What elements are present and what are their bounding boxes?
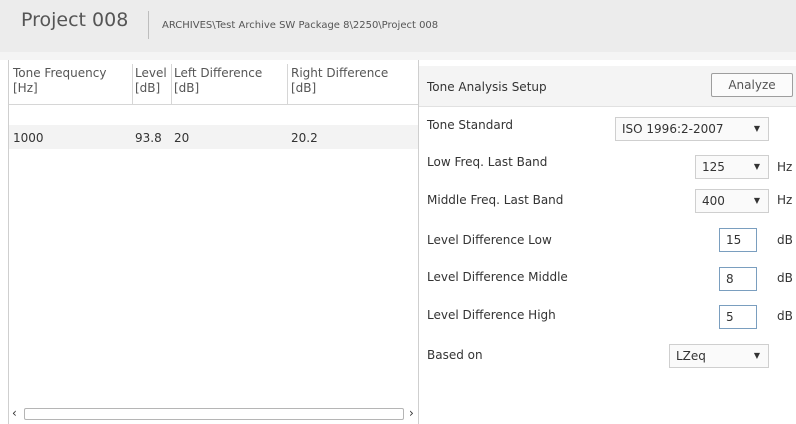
col-name: Level bbox=[135, 66, 167, 80]
low-freq-value: 125 bbox=[702, 160, 725, 174]
cell-level: 93.8 bbox=[135, 131, 162, 145]
low-freq-label: Low Freq. Last Band bbox=[427, 155, 548, 169]
level-difference-middle-unit: dB bbox=[777, 271, 793, 285]
table-row[interactable]: 1000 93.8 20 20.2 bbox=[9, 125, 419, 149]
col-unit: [dB] bbox=[174, 81, 200, 95]
low-freq-dropdown[interactable]: 125 ▼ bbox=[695, 155, 769, 179]
header-divider bbox=[148, 11, 149, 39]
scroll-thumb[interactable] bbox=[24, 408, 404, 420]
middle-freq-label: Middle Freq. Last Band bbox=[427, 193, 564, 207]
col-header-left-difference[interactable]: Left Difference [dB] bbox=[174, 66, 262, 96]
chevron-down-icon: ▼ bbox=[753, 196, 760, 205]
tone-standard-dropdown[interactable]: ISO 1996:2-2007 ▼ bbox=[615, 117, 769, 141]
chevron-down-icon: ▼ bbox=[753, 124, 760, 133]
level-difference-high-input[interactable]: 5 bbox=[719, 305, 757, 329]
title-bar: Project 008 ARCHIVES\Test Archive SW Pac… bbox=[0, 0, 796, 52]
col-header-level[interactable]: Level [dB] bbox=[135, 66, 167, 96]
setup-header: Tone Analysis Setup Analyze bbox=[419, 66, 796, 107]
header-spacer bbox=[0, 52, 796, 60]
col-divider[interactable] bbox=[171, 64, 172, 104]
col-header-right-difference[interactable]: Right Difference [dB] bbox=[291, 66, 388, 96]
scroll-left-icon[interactable]: ‹ bbox=[12, 404, 17, 422]
col-name: Right Difference bbox=[291, 66, 389, 80]
setup-title: Tone Analysis Setup bbox=[427, 80, 547, 94]
col-header-tone-frequency[interactable]: Tone Frequency [Hz] bbox=[13, 66, 106, 96]
col-unit: [dB] bbox=[291, 81, 317, 95]
col-name: Left Difference bbox=[174, 66, 263, 80]
scroll-right-icon[interactable]: › bbox=[409, 404, 414, 422]
chevron-down-icon: ▼ bbox=[753, 162, 760, 171]
col-divider[interactable] bbox=[287, 64, 288, 104]
tone-results-table: Tone Frequency [Hz] Level [dB] Left Diff… bbox=[8, 60, 420, 424]
project-path: ARCHIVES\Test Archive SW Package 8\2250\… bbox=[162, 20, 439, 31]
col-unit: [dB] bbox=[135, 81, 161, 95]
middle-freq-unit: Hz bbox=[777, 193, 793, 207]
based-on-value: LZeq bbox=[676, 349, 706, 363]
low-freq-unit: Hz bbox=[777, 160, 793, 174]
tone-analysis-setup-panel: Tone Analysis Setup Analyze Tone Standar… bbox=[418, 60, 796, 424]
horizontal-scrollbar[interactable]: ‹ › bbox=[9, 404, 419, 422]
tone-standard-label: Tone Standard bbox=[427, 118, 514, 132]
cell-tone-frequency: 1000 bbox=[13, 131, 44, 145]
based-on-dropdown[interactable]: LZeq ▼ bbox=[669, 344, 769, 368]
chevron-down-icon: ▼ bbox=[753, 351, 760, 360]
level-difference-middle-input[interactable]: 8 bbox=[719, 267, 757, 291]
col-divider[interactable] bbox=[132, 64, 133, 104]
level-difference-middle-label: Level Difference Middle bbox=[427, 270, 568, 284]
col-unit: [Hz] bbox=[13, 81, 38, 95]
cell-right-difference: 20.2 bbox=[291, 131, 318, 145]
project-title: Project 008 bbox=[21, 9, 129, 31]
tone-standard-value: ISO 1996:2-2007 bbox=[622, 122, 724, 136]
level-difference-low-unit: dB bbox=[777, 233, 793, 247]
level-difference-low-label: Level Difference Low bbox=[427, 233, 552, 247]
header-divider-line bbox=[9, 104, 419, 105]
col-name: Tone Frequency bbox=[13, 66, 107, 80]
middle-freq-dropdown[interactable]: 400 ▼ bbox=[695, 189, 769, 213]
based-on-label: Based on bbox=[427, 348, 483, 362]
level-difference-low-input[interactable]: 15 bbox=[719, 228, 757, 252]
level-difference-high-label: Level Difference High bbox=[427, 308, 556, 322]
middle-freq-value: 400 bbox=[702, 194, 725, 208]
analyze-button[interactable]: Analyze bbox=[711, 73, 793, 97]
level-difference-high-unit: dB bbox=[777, 309, 793, 323]
cell-left-difference: 20 bbox=[174, 131, 190, 145]
